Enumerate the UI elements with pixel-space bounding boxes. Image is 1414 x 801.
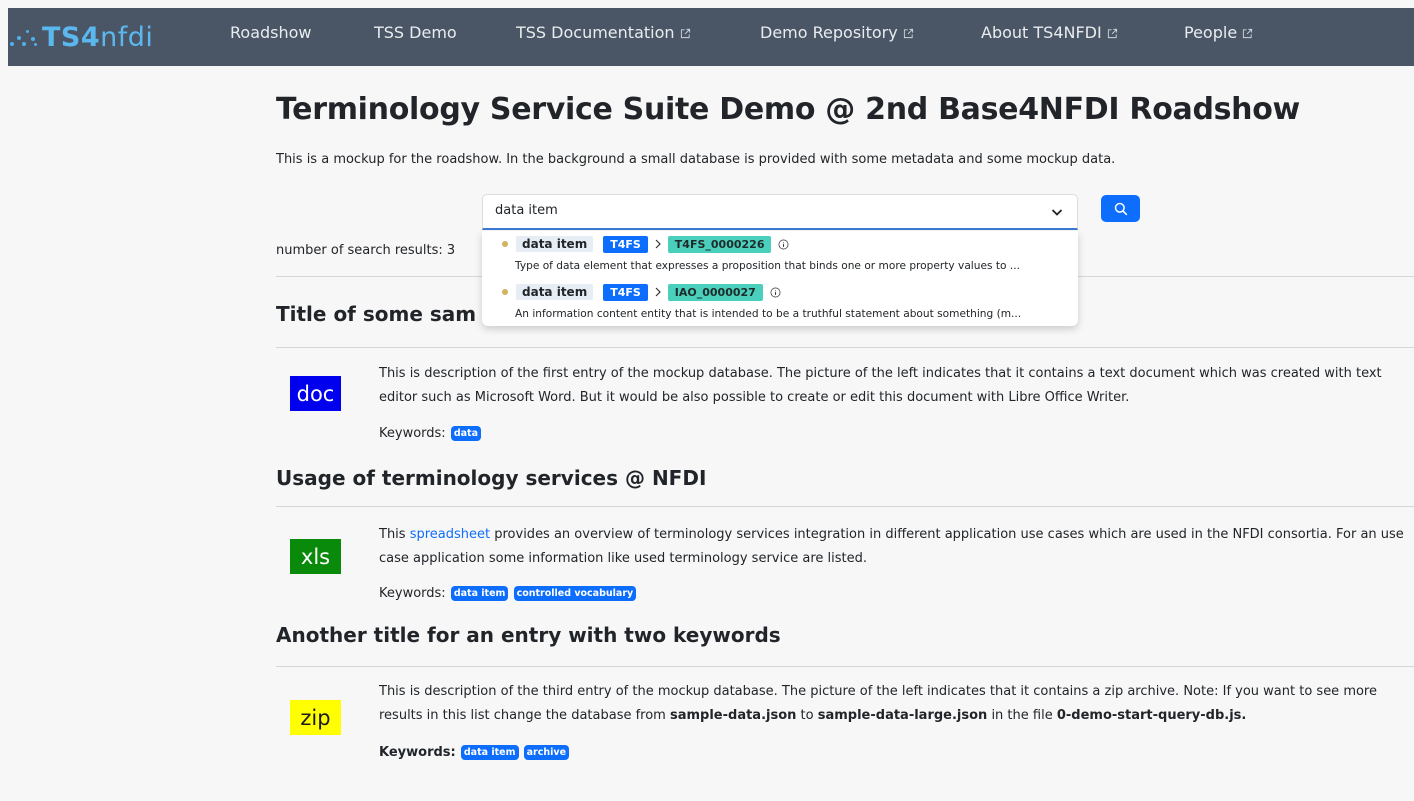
search-suggestions-dropdown: data item T4FS T4FS_0000226 Type of data… xyxy=(482,231,1078,326)
divider xyxy=(276,506,1414,507)
external-link-icon xyxy=(903,28,913,39)
keyword-badge[interactable]: data item xyxy=(450,586,509,601)
doc-file-icon: doc xyxy=(290,376,341,411)
result-description: This is description of the third entry o… xyxy=(379,684,1377,723)
suggestion-option[interactable]: data item T4FS T4FS_0000226 Type of data… xyxy=(482,231,1078,277)
external-link-icon xyxy=(1107,28,1117,39)
external-link-icon xyxy=(680,28,690,39)
external-link-icon xyxy=(1243,28,1253,39)
nav-demo-repository[interactable]: Demo Repository xyxy=(760,8,914,66)
result-description: This is description of the first entry o… xyxy=(379,366,1382,405)
zip-file-icon: zip xyxy=(290,700,341,735)
brand-logo[interactable]: TS4nfdi xyxy=(8,8,232,66)
ontology-badge: T4FS xyxy=(603,283,648,301)
keyword-badge[interactable]: data item xyxy=(460,745,519,760)
result-keywords: Keywords: data item controlled vocabular… xyxy=(379,586,637,601)
search-button[interactable] xyxy=(1101,195,1140,222)
result-title: Usage of terminology services @ NFDI xyxy=(276,466,707,490)
page-subtitle: This is a mockup for the roadshow. In th… xyxy=(276,152,1116,167)
nav-tss-documentation[interactable]: TSS Documentation xyxy=(516,8,691,66)
search-field[interactable] xyxy=(482,194,1078,230)
suggestion-option[interactable]: data item T4FS IAO_0000027 An informatio… xyxy=(482,279,1078,325)
result-title: Another title for an entry with two keyw… xyxy=(276,623,781,647)
chevron-right-icon xyxy=(655,287,661,297)
chevron-right-icon xyxy=(655,239,661,249)
bullet-dot-icon xyxy=(502,289,508,295)
nav-tss-demo[interactable]: TSS Demo xyxy=(374,8,457,66)
bullet-dot-icon xyxy=(502,241,508,247)
info-icon[interactable] xyxy=(778,239,789,250)
ontology-badge: T4FS xyxy=(603,235,648,253)
suggestion-description: An information content entity that is in… xyxy=(515,308,1022,320)
info-icon[interactable] xyxy=(770,287,781,298)
keyword-badge[interactable]: archive xyxy=(523,745,570,760)
result-keywords: Keywords: data item archive xyxy=(379,745,570,760)
brand-name: TS4nfdi xyxy=(42,21,154,53)
divider xyxy=(276,666,1414,667)
keyword-badge[interactable]: controlled vocabulary xyxy=(513,586,637,601)
result-title: Title of some sam xyxy=(276,302,477,326)
keyword-badge[interactable]: data xyxy=(450,426,481,441)
search-results-count: number of search results: 3 xyxy=(276,243,456,258)
spreadsheet-link[interactable]: spreadsheet xyxy=(410,527,490,542)
term-id-badge: IAO_0000027 xyxy=(667,283,763,301)
nav-people[interactable]: People xyxy=(1184,8,1253,66)
brand-dots-icon xyxy=(10,25,37,49)
result-keywords: Keywords: data xyxy=(379,426,481,441)
nav-roadshow[interactable]: Roadshow xyxy=(230,8,312,66)
term-id-badge: T4FS_0000226 xyxy=(667,235,772,253)
suggestion-label: data item xyxy=(516,284,594,300)
search-icon xyxy=(1114,202,1127,215)
top-navbar: TS4nfdi Roadshow TSS Demo TSS Documentat… xyxy=(8,8,1414,66)
search-input[interactable] xyxy=(495,203,1015,218)
suggestion-label: data item xyxy=(516,236,594,252)
suggestion-description: Type of data element that expresses a pr… xyxy=(515,260,1020,272)
xls-file-icon: xls xyxy=(290,539,341,574)
chevron-down-icon[interactable] xyxy=(1051,206,1063,218)
nav-about-ts4nfdi[interactable]: About TS4NFDI xyxy=(981,8,1118,66)
result-description: This spreadsheet provides an overview of… xyxy=(379,527,1404,566)
divider xyxy=(276,347,1414,348)
page-title: Terminology Service Suite Demo @ 2nd Bas… xyxy=(276,92,1300,127)
